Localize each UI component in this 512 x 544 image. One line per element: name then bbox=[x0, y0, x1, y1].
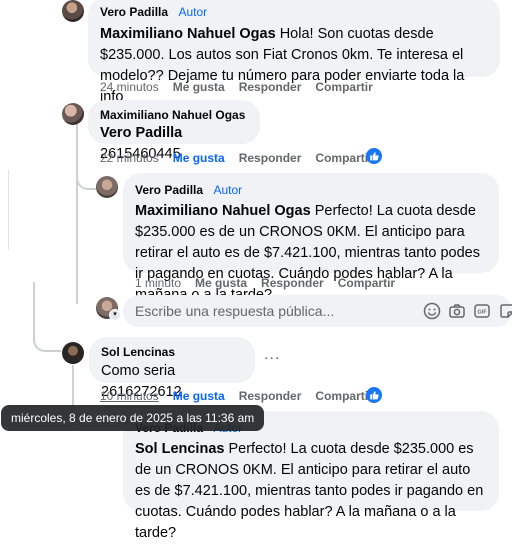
gif-icon[interactable]: GIF bbox=[473, 302, 491, 320]
comment-timestamp[interactable]: 24 minutos bbox=[100, 80, 159, 94]
comment-timestamp[interactable]: 22 minutos bbox=[100, 151, 159, 165]
avatar-menu-chevron-icon[interactable]: ▾ bbox=[109, 309, 121, 321]
comment-actions: 10 minutos Me gusta Responder Compartir bbox=[100, 389, 373, 403]
camera-icon[interactable] bbox=[448, 302, 466, 320]
share-button[interactable]: Compartir bbox=[315, 151, 372, 165]
avatar[interactable] bbox=[96, 176, 118, 198]
thread-connector bbox=[33, 282, 61, 352]
reply-composer[interactable]: GIF bbox=[123, 295, 512, 327]
share-button[interactable]: Compartir bbox=[315, 389, 372, 403]
emoji-icon[interactable] bbox=[423, 302, 441, 320]
mention-link[interactable]: Maximiliano Nahuel Ogas bbox=[135, 203, 311, 219]
comment-author[interactable]: Vero Padilla bbox=[135, 183, 203, 197]
comment-bubble: Vero Padilla Autor Maximiliano Nahuel Og… bbox=[123, 173, 499, 303]
like-reaction-icon[interactable] bbox=[366, 148, 382, 164]
like-button[interactable]: Me gusta bbox=[173, 151, 225, 165]
comment-bubble: Sol Lencinas Como seria 2616272612 bbox=[89, 337, 255, 400]
mention-link[interactable]: Maximiliano Nahuel Ogas bbox=[100, 26, 276, 42]
reply-button[interactable]: Responder bbox=[239, 151, 302, 165]
like-button[interactable]: Me gusta bbox=[195, 276, 247, 290]
comment-actions: 22 minutos Me gusta Responder Compartir bbox=[100, 151, 373, 165]
avatar[interactable] bbox=[62, 342, 84, 364]
page-edge-line bbox=[8, 170, 9, 250]
comment-author[interactable]: Sol Lencinas bbox=[101, 345, 243, 359]
like-button[interactable]: Me gusta bbox=[173, 80, 225, 94]
comment-timestamp[interactable]: 10 minutos bbox=[100, 389, 159, 403]
comment-author[interactable]: Maximiliano Nahuel Ogas bbox=[100, 108, 248, 122]
comment-text: Maximiliano Nahuel Ogas Hola! Son cuotas… bbox=[100, 24, 488, 108]
like-button[interactable]: Me gusta bbox=[173, 389, 225, 403]
reply-button[interactable]: Responder bbox=[261, 276, 324, 290]
comment-text: Maximiliano Nahuel Ogas Perfecto! La cuo… bbox=[135, 201, 487, 306]
sticker-icon[interactable] bbox=[498, 302, 512, 320]
avatar[interactable] bbox=[62, 0, 84, 22]
thread-connector bbox=[76, 150, 96, 190]
reply-input[interactable] bbox=[133, 302, 407, 320]
mention-link[interactable]: Sol Lencinas bbox=[135, 441, 224, 457]
more-options-button[interactable]: ... bbox=[264, 346, 280, 364]
author-badge: Autor bbox=[213, 183, 243, 197]
comment-author[interactable]: Vero Padilla bbox=[100, 5, 168, 19]
comment-timestamp[interactable]: 1 minuto bbox=[135, 276, 181, 290]
share-button[interactable]: Compartir bbox=[315, 80, 372, 94]
comment-actions: 24 minutos Me gusta Responder Compartir bbox=[100, 80, 373, 94]
reply-button[interactable]: Responder bbox=[239, 80, 302, 94]
comment-bubble: Vero Padilla Autor Maximiliano Nahuel Og… bbox=[88, 0, 500, 105]
reply-button[interactable]: Responder bbox=[239, 389, 302, 403]
comment-bubble: Maximiliano Nahuel Ogas Vero Padilla 261… bbox=[88, 100, 260, 162]
timestamp-tooltip: miércoles, 8 de enero de 2025 a las 11:3… bbox=[1, 405, 265, 431]
svg-text:GIF: GIF bbox=[477, 310, 487, 316]
author-badge: Autor bbox=[178, 5, 208, 19]
avatar[interactable] bbox=[62, 103, 84, 125]
comment-text: Sol Lencinas Perfecto! La cuota desde $2… bbox=[135, 439, 487, 544]
share-button[interactable]: Compartir bbox=[338, 276, 395, 290]
mention-link[interactable]: Vero Padilla bbox=[100, 125, 182, 141]
like-reaction-icon[interactable] bbox=[366, 387, 382, 403]
comment-actions: 1 minuto Me gusta Responder Compartir bbox=[135, 276, 395, 290]
